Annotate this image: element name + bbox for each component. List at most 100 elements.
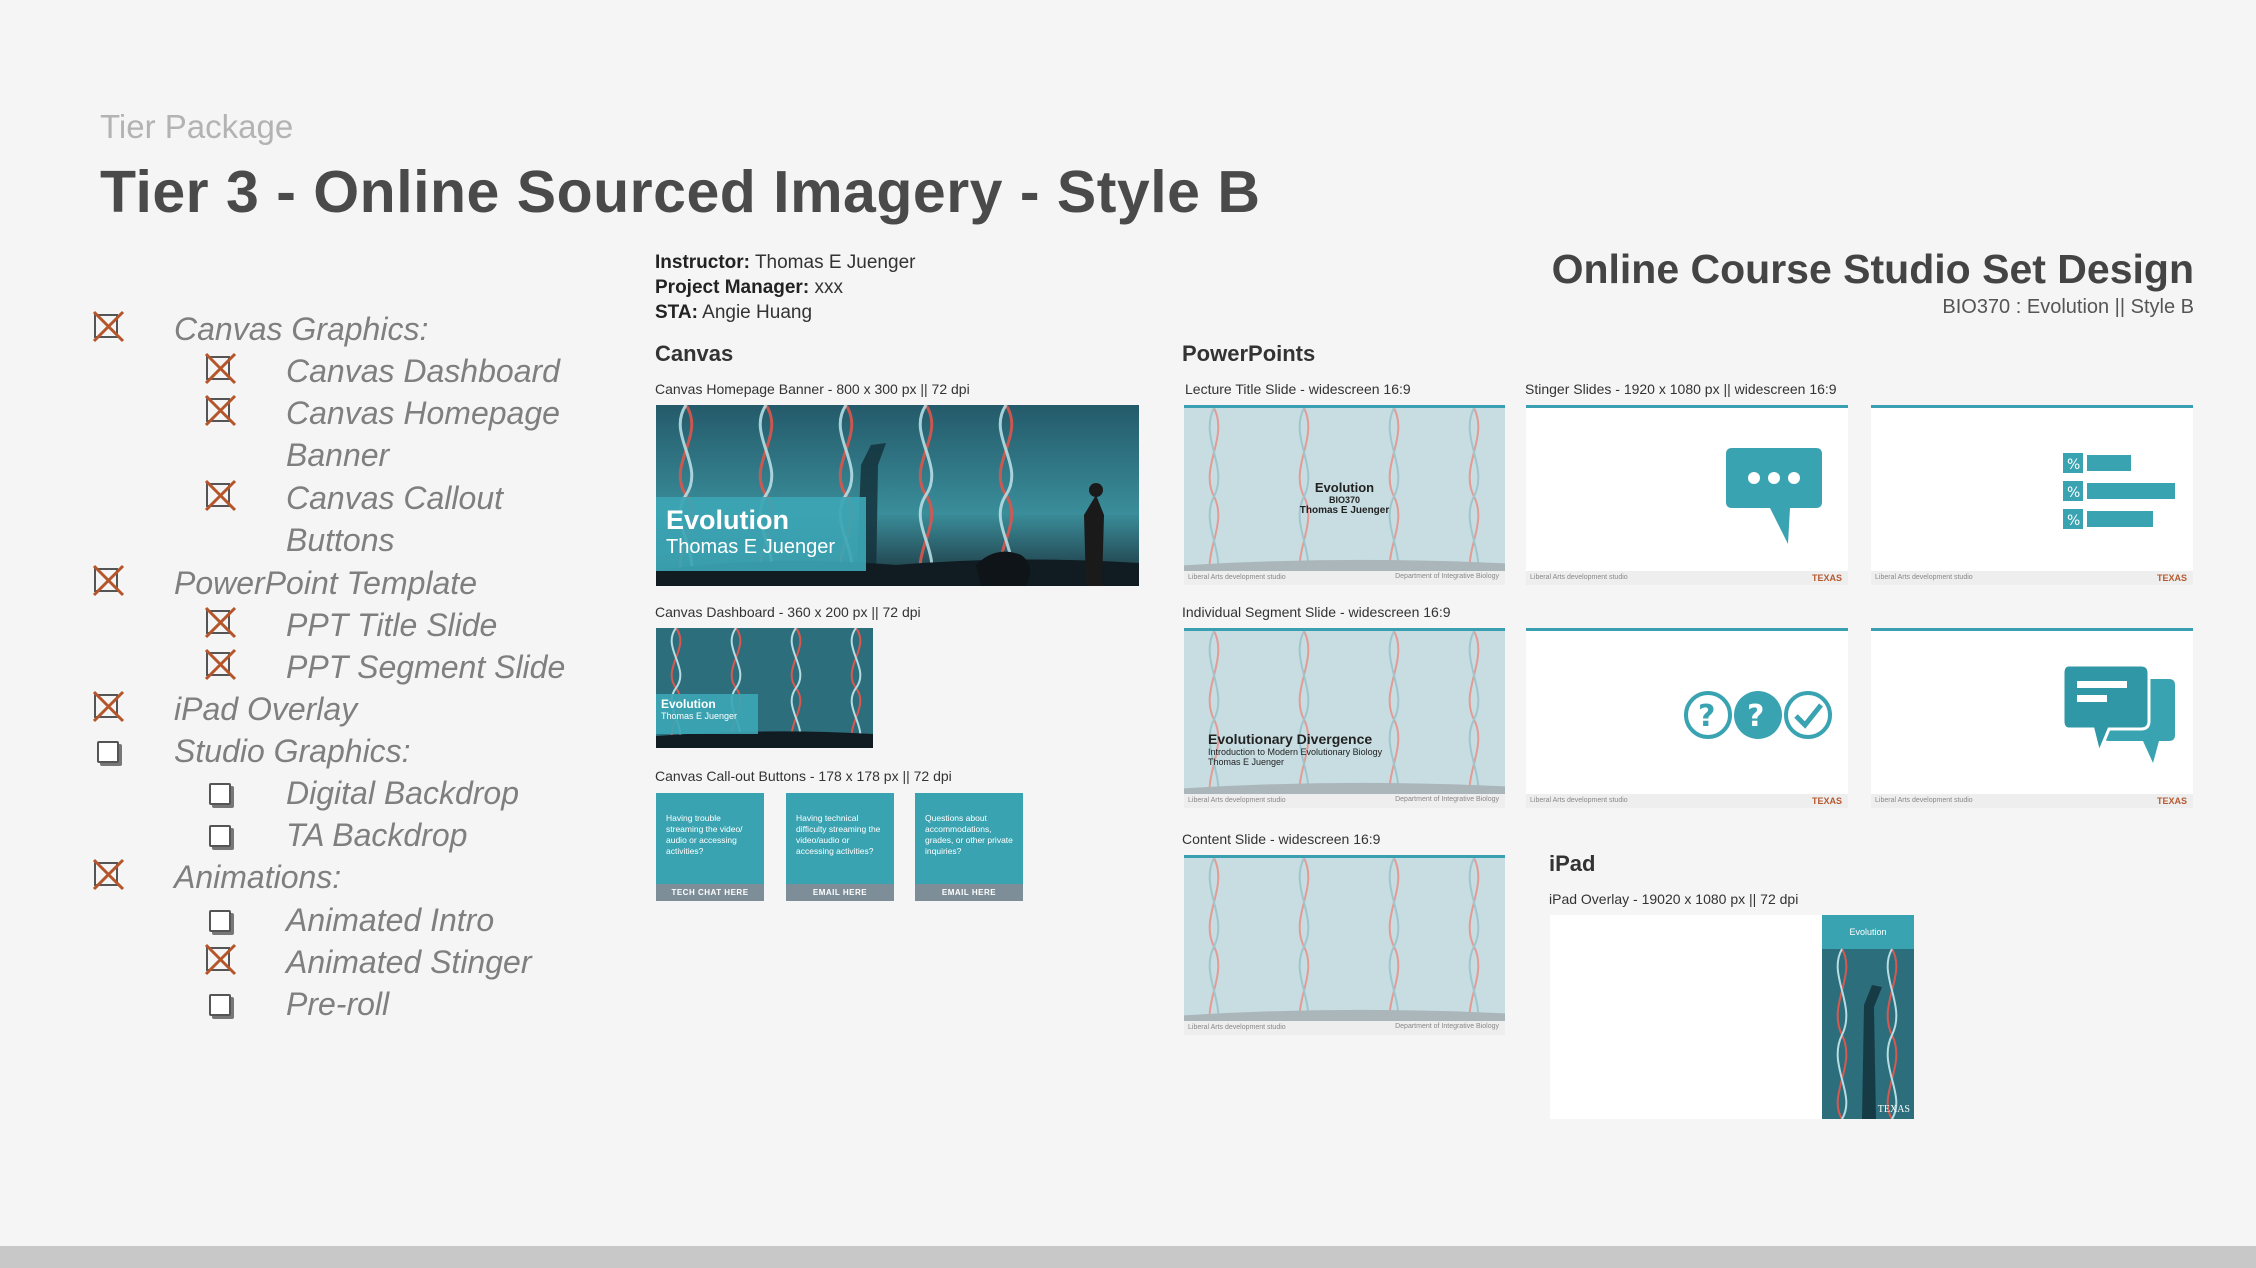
dashboard-title: Evolution: [661, 697, 716, 711]
checked-x-icon[interactable]: [202, 392, 240, 430]
deck-title: Online Course Studio Set Design: [1551, 246, 2194, 292]
bottom-bar: [0, 1246, 2256, 1268]
banner-instructor: Thomas E Juenger: [666, 536, 835, 558]
canvas-homepage-banner[interactable]: Evolution Thomas E Juenger: [656, 405, 1139, 586]
footer-texas: TEXAS: [1811, 796, 1842, 806]
stinger-slide-messages[interactable]: Liberal Arts development studio TEXAS: [1871, 628, 2193, 808]
page-title: Tier 3 - Online Sourced Imagery - Style …: [100, 159, 1261, 225]
ipad-overlay-texas: TEXAS: [1877, 1104, 1910, 1115]
svg-text:%: %: [2067, 485, 2080, 501]
unchecked-box-icon[interactable]: [209, 994, 231, 1016]
svg-text:?: ?: [1698, 699, 1715, 734]
checklist-item-digital-backdrop: Digital Backdrop: [286, 775, 519, 811]
checklist-item-pre-roll: Pre-roll: [286, 986, 390, 1022]
lecture-slide-code: BIO370: [1328, 495, 1361, 505]
checked-x-icon[interactable]: [202, 646, 240, 684]
stinger-slide-percent[interactable]: % % % Liberal Arts development studio TEX…: [1871, 405, 2193, 585]
ppt-segment-slide[interactable]: Evolutionary Divergence Introduction to …: [1184, 628, 1505, 808]
sta-label: STA:: [655, 302, 698, 323]
checklist-item-animations: Animations:: [174, 859, 342, 895]
callout-text: Questions about accommodations, grades, …: [925, 813, 1013, 856]
banner-title-plate: Evolution Thomas E Juenger: [656, 497, 866, 571]
callout-footer: EMAIL HERE: [915, 884, 1023, 901]
footer-dept: Department of Integrative Biology: [1395, 796, 1499, 803]
checklist-item-animated-intro: Animated Intro: [286, 902, 495, 938]
ppt-content-slide[interactable]: Liberal Arts development studio Departmen…: [1184, 855, 1505, 1035]
footer-texas: TEXAS: [2156, 573, 2187, 583]
callout-button-email-tech[interactable]: Having technical difficulty streaming th…: [786, 793, 894, 901]
footer-left: Liberal Arts development studio: [1188, 1024, 1286, 1031]
segment-slide-title: Evolutionary Divergence: [1208, 731, 1373, 747]
chat-bubble-icon: [1726, 448, 1822, 544]
slide-footer: Liberal Arts development studio TEXAS: [1871, 794, 2193, 808]
checklist-item-canvas-homepage: Canvas Homepage: [286, 395, 560, 431]
dashboard-caption: Canvas Dashboard - 360 x 200 px || 72 dp…: [655, 604, 921, 620]
slide-footer: Liberal Arts development studio TEXAS: [1526, 794, 1848, 808]
checklist-item-canvas-graphics: Canvas Graphics:: [174, 311, 429, 347]
checklist-item-studio-graphics: Studio Graphics:: [174, 733, 411, 769]
callout-button-email-private[interactable]: Questions about accommodations, grades, …: [915, 793, 1023, 901]
checklist-item-ppt-segment: PPT Segment Slide: [286, 649, 566, 685]
checklist-item-ppt-title: PPT Title Slide: [286, 607, 498, 643]
callout-footer: TECH CHAT HERE: [656, 884, 764, 901]
checked-x-icon[interactable]: [202, 350, 240, 388]
unchecked-box-icon[interactable]: [209, 783, 231, 805]
canvas-dashboard-tile[interactable]: Evolution Thomas E Juenger: [656, 628, 873, 748]
banner-caption: Canvas Homepage Banner - 800 x 300 px ||…: [655, 381, 970, 397]
footer-left: Liberal Arts development studio: [1530, 574, 1628, 581]
content-caption: Content Slide - widescreen 16:9: [1182, 831, 1381, 847]
footer-left: Liberal Arts development studio: [1875, 797, 1973, 804]
canvas-heading: Canvas: [655, 341, 734, 366]
footer-dept: Department of Integrative Biology: [1395, 1023, 1499, 1030]
unchecked-box-icon[interactable]: [209, 910, 231, 932]
checked-x-icon[interactable]: [202, 604, 240, 642]
pm-value: xxx: [814, 277, 843, 298]
powerpoints-heading: PowerPoints: [1182, 341, 1316, 366]
checked-x-icon[interactable]: [90, 688, 128, 726]
lecture-slide-text: Evolution BIO370 Thomas E Juenger: [1184, 480, 1505, 516]
callout-text: Having trouble streaming the video/ audi…: [666, 813, 743, 856]
segment-caption: Individual Segment Slide - widescreen 16…: [1182, 604, 1451, 620]
ppt-lecture-title-slide[interactable]: Evolution BIO370 Thomas E Juenger Libera…: [1184, 405, 1505, 585]
stinger-slide-questions[interactable]: ? ? Liberal Arts development studio TEXAS: [1526, 628, 1848, 808]
dashboard-instructor: Thomas E Juenger: [661, 711, 738, 721]
footer-texas: TEXAS: [1811, 573, 1842, 583]
footer-left: Liberal Arts development studio: [1188, 574, 1286, 581]
callout-text: Having technical difficulty streaming th…: [796, 813, 881, 856]
segment-slide-text: Evolutionary Divergence Introduction to …: [1208, 731, 1382, 767]
deck-subtitle: BIO370 : Evolution || Style B: [1942, 296, 2194, 318]
checklist-item-canvas-callout: Canvas Callout: [286, 480, 503, 516]
lecture-slide-instructor: Thomas E Juenger: [1299, 505, 1390, 516]
svg-text:%: %: [2067, 513, 2080, 529]
stinger-slide-chat[interactable]: Liberal Arts development studio TEXAS: [1526, 405, 1848, 585]
tier-eyebrow: Tier Package: [100, 108, 294, 145]
checked-x-icon[interactable]: [90, 562, 128, 600]
ipad-overlay-strip: Evolution TEXAS: [1822, 915, 1914, 1119]
unchecked-box-icon[interactable]: [209, 825, 231, 847]
percent-list-icon: % % %: [2063, 453, 2175, 529]
svg-text:%: %: [2067, 457, 2080, 473]
message-stack-icon: [2063, 665, 2175, 763]
footer-right: Department of Integrative Biology: [1395, 573, 1499, 580]
slide-footer: Liberal Arts development studio Departmen…: [1184, 571, 1505, 585]
unchecked-box-icon[interactable]: [97, 741, 119, 763]
checked-x-icon[interactable]: [90, 308, 128, 346]
ipad-caption: iPad Overlay - 19020 x 1080 px || 72 dpi: [1549, 891, 1799, 907]
callout-footer: EMAIL HERE: [786, 884, 894, 901]
ipad-overlay-preview[interactable]: Evolution TEXAS: [1550, 915, 1914, 1119]
segment-slide-instructor: Thomas E Juenger: [1208, 757, 1285, 767]
checked-x-icon[interactable]: [202, 941, 240, 979]
callout-button-tech-chat[interactable]: Having trouble streaming the video/ audi…: [656, 793, 764, 901]
project-meta: Instructor: Thomas E Juenger Project Man…: [655, 250, 915, 325]
checklist-item-ta-backdrop: TA Backdrop: [286, 817, 468, 853]
svg-text:?: ?: [1747, 699, 1764, 734]
checked-x-icon[interactable]: [90, 856, 128, 894]
slide-footer: Liberal Arts development studio Departmen…: [1184, 1021, 1505, 1035]
banner-title: Evolution: [666, 505, 789, 535]
dashboard-title-plate: Evolution Thomas E Juenger: [656, 694, 758, 734]
buttons-caption: Canvas Call-out Buttons - 178 x 178 px |…: [655, 768, 952, 784]
slide-footer: Liberal Arts development studio Departmen…: [1184, 794, 1505, 808]
checklist-item-canvas-homepage-cont: Banner: [286, 437, 390, 473]
slide-footer: Liberal Arts development studio TEXAS: [1871, 571, 2193, 585]
checked-x-icon[interactable]: [202, 477, 240, 515]
